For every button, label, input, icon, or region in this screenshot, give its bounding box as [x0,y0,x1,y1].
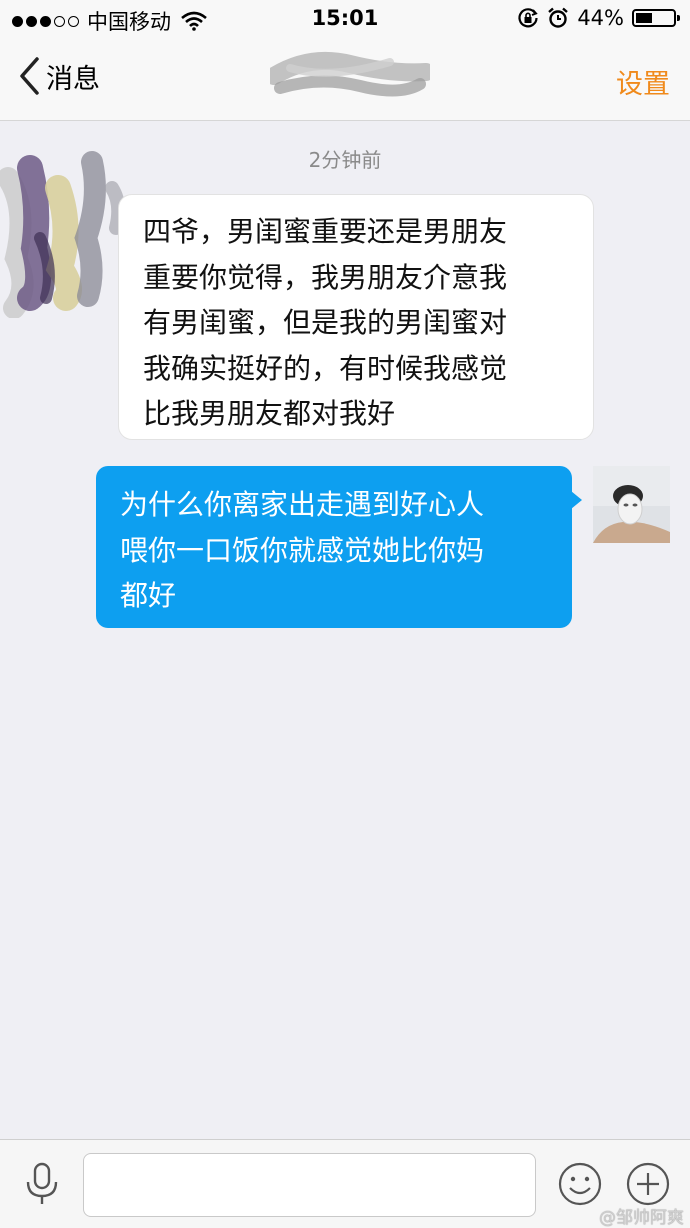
rotation-lock-icon [518,8,539,28]
user-avatar[interactable] [593,466,670,543]
message-line: 我确实挺好的，有时候我感觉 [143,351,508,385]
alarm-icon [548,7,569,28]
message-line: 都好 [120,579,177,612]
bubble-tail [571,491,582,509]
emoji-icon[interactable] [558,1162,602,1206]
back-label: 消息 [46,63,100,95]
outgoing-message-bubble[interactable]: 为什么你离家出走遇到好心人 喂你一口饭你就感觉她比你妈 都好 [96,466,572,628]
nav-bar: 消息 设置 [0,40,690,121]
message-line: 比我男朋友都对我好 [143,397,396,430]
message-line: 重要你觉得，我男朋友介意我 [143,260,508,294]
back-button[interactable]: 消息 [18,56,100,96]
input-bar [0,1139,690,1228]
watermark: @邹帅阿爽 [599,1208,684,1228]
battery-icon [632,9,680,27]
battery-fill [636,13,652,23]
incoming-message-bubble[interactable]: 四爷，男闺蜜重要还是男朋友 重要你觉得，我男朋友介意我 有男闺蜜，但是我的男闺蜜… [118,194,594,440]
message-line: 喂你一口饭你就感觉她比你妈 [120,533,485,567]
battery-percent: 44% [577,6,624,30]
message-line: 有男闺蜜，但是我的男闺蜜对 [143,306,508,339]
microphone-icon[interactable] [22,1162,62,1206]
message-line: 为什么你离家出走遇到好心人 [120,488,485,521]
status-bar: 中国移动 15:01 44% [0,0,690,40]
redacted-title [270,51,430,97]
back-chevron-icon [20,57,39,95]
plus-icon[interactable] [626,1162,670,1206]
message-line: 四爷，男闺蜜重要还是男朋友 [143,215,508,248]
message-input[interactable] [83,1153,536,1217]
settings-button[interactable]: 设置 [616,62,670,101]
status-right: 44% [517,6,680,30]
